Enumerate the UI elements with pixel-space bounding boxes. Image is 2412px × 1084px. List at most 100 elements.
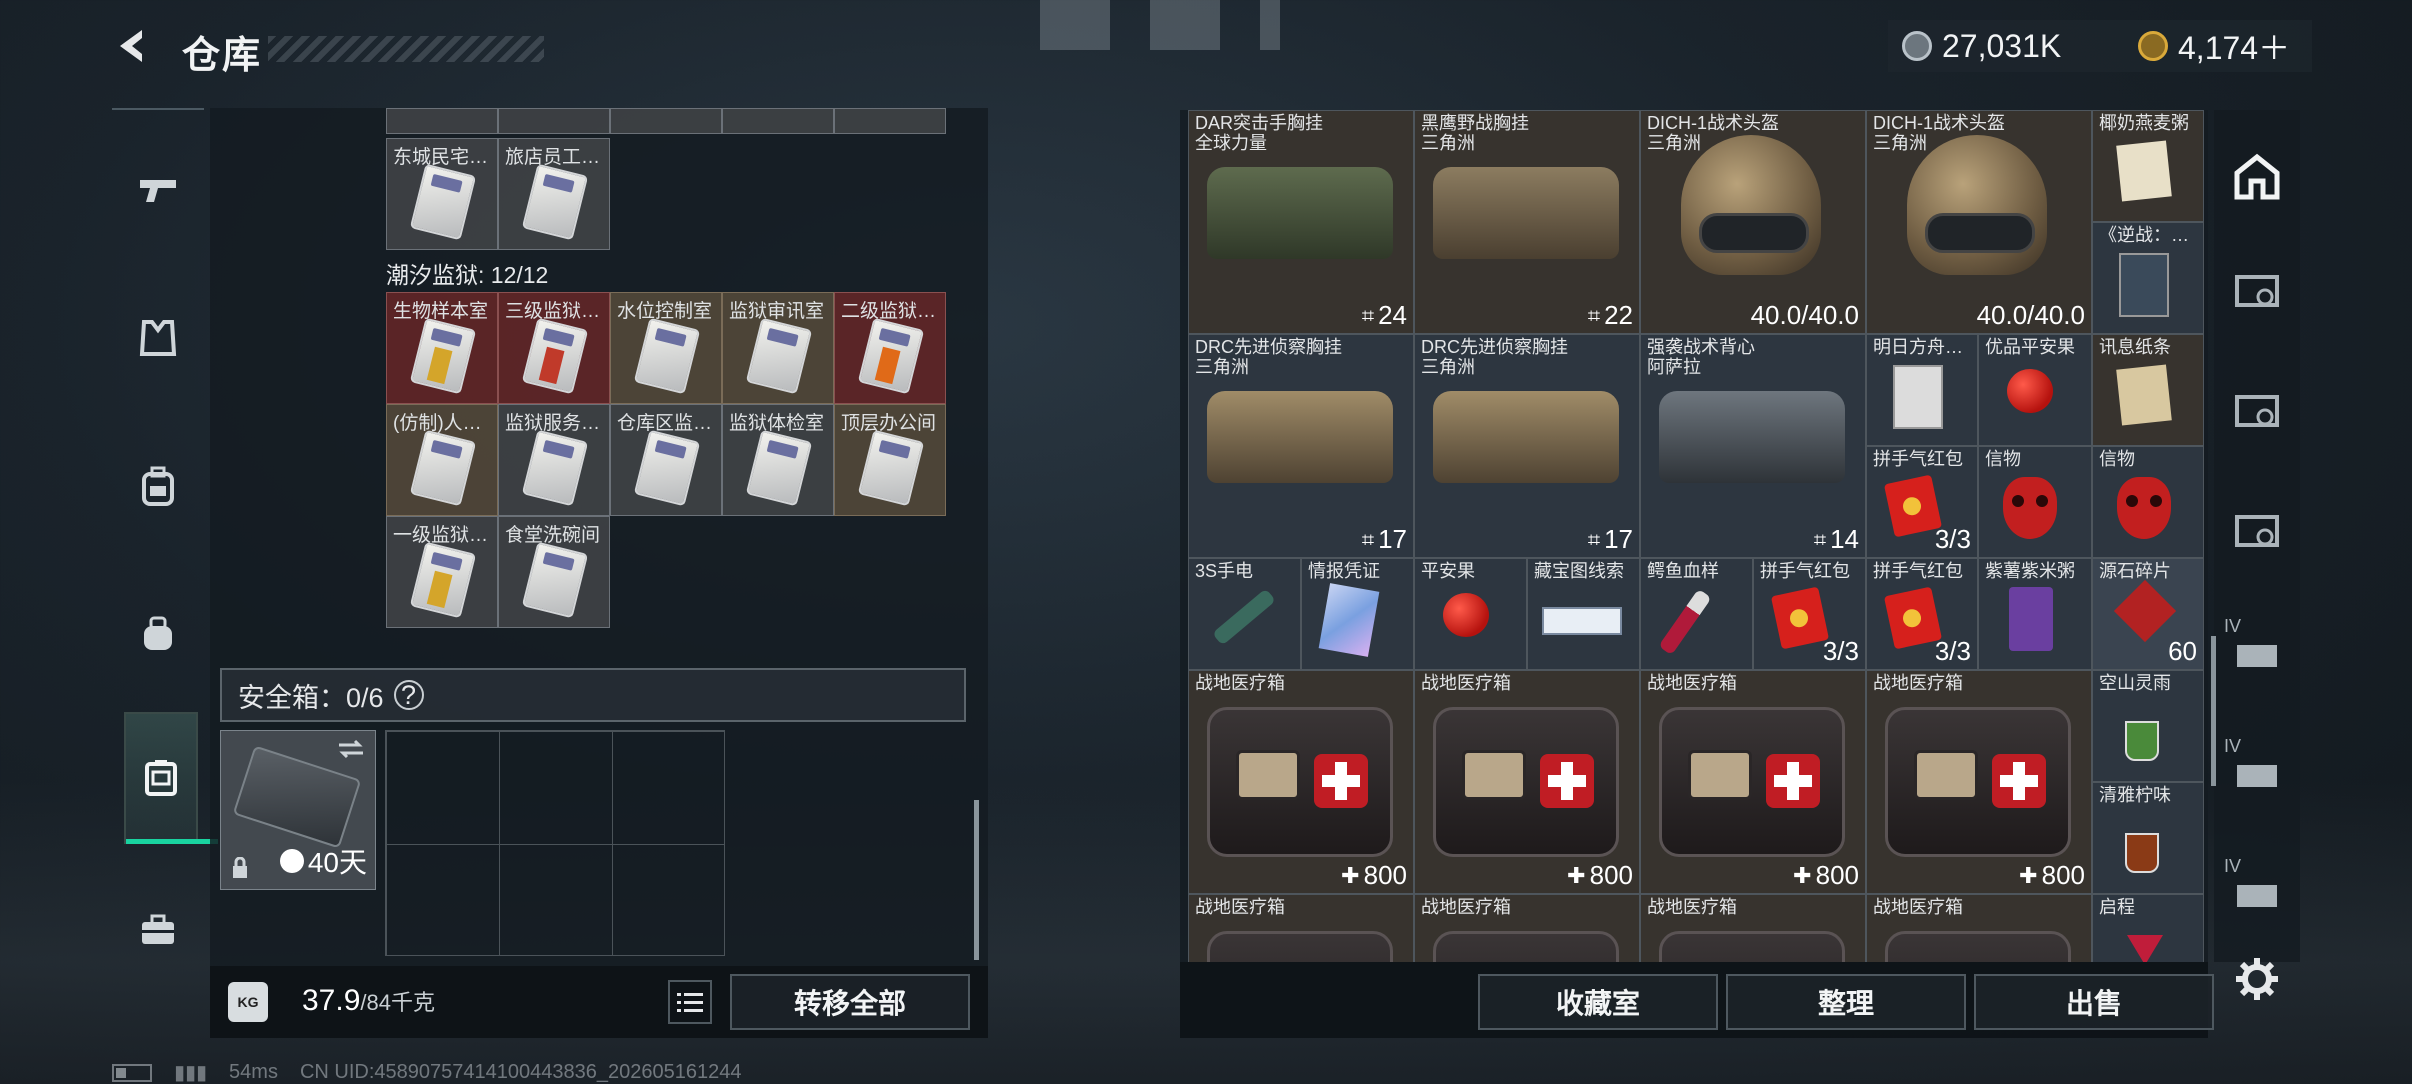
- organize-button[interactable]: 整理: [1726, 974, 1966, 1030]
- swap-icon[interactable]: [337, 739, 365, 759]
- currency-gold-value: 4,174＋: [2178, 30, 2291, 66]
- stash-tab-expand[interactable]: IV: [2214, 590, 2300, 712]
- keycard-slot[interactable]: 监狱体检室: [722, 404, 834, 516]
- stash-item-small[interactable]: 空山灵雨: [2092, 670, 2204, 782]
- stash-item-small[interactable]: 明日方舟…: [1866, 334, 1978, 446]
- stash-item[interactable]: DRC先进侦察胸挂 三角洲 ⌗ 17: [1414, 334, 1640, 558]
- stash-item-small[interactable]: 紫薯紫米粥: [1978, 558, 2092, 670]
- stash-item-small[interactable]: 拼手气红包 3/3: [1753, 558, 1866, 670]
- medkit-icon: [1885, 931, 2071, 962]
- rail-tab-briefcase[interactable]: [112, 860, 204, 1000]
- stash-item-small[interactable]: 信物: [2092, 446, 2204, 558]
- keycard-slot[interactable]: 顶层办公间: [834, 404, 946, 516]
- safebox-case-icon: [232, 745, 362, 849]
- stash-item[interactable]: DICH-1战术头盔 三角洲 40.0/40.0: [1640, 110, 1866, 334]
- stash-item[interactable]: 战地医疗箱 ✚ 800: [1188, 670, 1414, 894]
- stash-item[interactable]: 战地医疗箱 ✚ 800: [1640, 670, 1866, 894]
- stash-item[interactable]: 黑鹰野战胸挂 三角洲 ⌗ 22: [1414, 110, 1640, 334]
- rail-tab-backpack[interactable]: [112, 416, 204, 556]
- stash-item[interactable]: 战地医疗箱: [1414, 894, 1640, 962]
- keycard-slot[interactable]: 监狱审讯室: [722, 292, 834, 404]
- safebox-slots-grid[interactable]: [385, 730, 725, 956]
- stash-item-small[interactable]: 3S手电: [1188, 558, 1301, 670]
- stash-item[interactable]: 战地医疗箱: [1866, 894, 2092, 962]
- item-name: 战地医疗箱: [1421, 673, 1511, 693]
- note-paper-icon: [2116, 364, 2172, 426]
- safebox-duration: 40天: [279, 841, 367, 881]
- item-durability: ✚ 800: [1341, 860, 1407, 890]
- stash-item-small[interactable]: 优品平安果: [1978, 334, 2092, 446]
- collection-room-button[interactable]: 收藏室: [1478, 974, 1718, 1030]
- stash-item-small[interactable]: 椰奶燕麦粥: [2092, 110, 2204, 222]
- keycard-slot[interactable]: 水位控制室: [610, 292, 722, 404]
- left-scrollbar[interactable]: [974, 800, 979, 960]
- stash-tab-page[interactable]: [2214, 350, 2300, 472]
- gear-icon[interactable]: [2232, 954, 2282, 1004]
- stash-item[interactable]: 战地医疗箱 ✚ 800: [1866, 670, 2092, 894]
- currency-gold[interactable]: 4,174＋: [2124, 20, 2312, 72]
- keycard-slot[interactable]: 食堂洗碗间: [498, 516, 610, 628]
- stash-item-small[interactable]: 讯息纸条: [2092, 334, 2204, 446]
- status-bar: ▮▮▮ 54ms CN UID:45890757414100443836_202…: [112, 1060, 741, 1084]
- keycard-slot[interactable]: 监狱服务…: [498, 404, 610, 516]
- stash-item-small[interactable]: 平安果: [1414, 558, 1527, 670]
- stash-item-small[interactable]: 启程: [2092, 894, 2204, 962]
- stash-item-small[interactable]: 藏宝图线索: [1527, 558, 1640, 670]
- safebox-item[interactable]: 40天: [220, 730, 376, 890]
- keycard-slot-partial[interactable]: [834, 108, 946, 134]
- back-arrow-icon[interactable]: [112, 24, 156, 68]
- keycard-slot[interactable]: 二级监狱…: [834, 292, 946, 404]
- keycard-slot[interactable]: 三级监狱…: [498, 292, 610, 404]
- list-view-button[interactable]: [668, 980, 712, 1024]
- help-icon[interactable]: ?: [393, 680, 424, 710]
- medkit-icon: [1433, 707, 1619, 857]
- currency-silver[interactable]: 27,031K: [1888, 20, 2124, 72]
- keycard-slot[interactable]: 旅店员工…: [498, 138, 610, 250]
- stash-page-icon: [2235, 275, 2279, 307]
- stash-tab-expand[interactable]: IV: [2214, 830, 2300, 952]
- keycard-slot-partial[interactable]: [498, 108, 610, 134]
- stash-item[interactable]: 战地医疗箱: [1188, 894, 1414, 962]
- stash-item-small[interactable]: 鳄鱼血样: [1640, 558, 1753, 670]
- stash-scrollbar[interactable]: [2211, 636, 2216, 786]
- keycard-slot[interactable]: 仓库区监…: [610, 404, 722, 516]
- item-name: 椰奶燕麦粥: [2099, 113, 2189, 133]
- stash-item[interactable]: 强袭战术背心 阿萨拉 ⌗ 14: [1640, 334, 1866, 558]
- rail-tab-chest-rig[interactable]: [112, 268, 204, 408]
- stash-item-small[interactable]: 《逆战：…: [2092, 222, 2204, 334]
- rail-tab-weapons[interactable]: [112, 120, 204, 260]
- stash-tab-home[interactable]: [2214, 116, 2300, 238]
- keycard-slot[interactable]: 生物样本室: [386, 292, 498, 404]
- stash-item[interactable]: DAR突击手胸挂 全球力量 ⌗ 24: [1188, 110, 1414, 334]
- stash-tab-page[interactable]: [2214, 230, 2300, 352]
- keycard-slot[interactable]: (仿制)人…: [386, 404, 498, 516]
- stash-item[interactable]: DRC先进侦察胸挂 三角洲 ⌗ 17: [1188, 334, 1414, 558]
- rail-tab-safebox[interactable]: [124, 712, 218, 844]
- prison-section-label: 潮汐监狱: 12/12: [386, 262, 549, 288]
- keycard-slot-partial[interactable]: [610, 108, 722, 134]
- sell-button[interactable]: 出售: [1974, 974, 2214, 1030]
- keycard-slot-partial[interactable]: [386, 108, 498, 134]
- item-name: 战地医疗箱: [1647, 897, 1737, 917]
- keycard-icon: [633, 317, 701, 395]
- stash-item-small[interactable]: 信物: [1978, 446, 2092, 558]
- stash-tab-expand[interactable]: IV: [2214, 710, 2300, 832]
- transfer-all-button[interactable]: 转移全部: [730, 974, 970, 1030]
- item-name: 信物: [2099, 449, 2135, 469]
- stash-item-small[interactable]: 源石碎片 60: [2092, 558, 2204, 670]
- stash-item-small[interactable]: 情报凭证: [1301, 558, 1414, 670]
- stash-item-small[interactable]: 拼手气红包 3/3: [1866, 558, 1978, 670]
- stash-item[interactable]: 战地医疗箱 ✚ 800: [1414, 670, 1640, 894]
- stash-item[interactable]: DICH-1战术头盔 三角洲 40.0/40.0: [1866, 110, 2092, 334]
- item-name: 清雅柠味: [2099, 785, 2171, 805]
- stash-item-small[interactable]: 清雅柠味: [2092, 782, 2204, 894]
- rail-tab-small-bag[interactable]: [112, 564, 204, 704]
- keycard-slot[interactable]: 一级监狱…: [386, 516, 498, 628]
- keycard-slot[interactable]: 东城民宅…: [386, 138, 498, 250]
- medkit-icon: [1207, 931, 1393, 962]
- stash-tab-page[interactable]: [2214, 470, 2300, 592]
- stash-item[interactable]: 战地医疗箱: [1640, 894, 1866, 962]
- keycard-name: 顶层办公间: [841, 413, 937, 434]
- stash-item-small[interactable]: 拼手气红包 3/3: [1866, 446, 1978, 558]
- keycard-slot-partial[interactable]: [722, 108, 834, 134]
